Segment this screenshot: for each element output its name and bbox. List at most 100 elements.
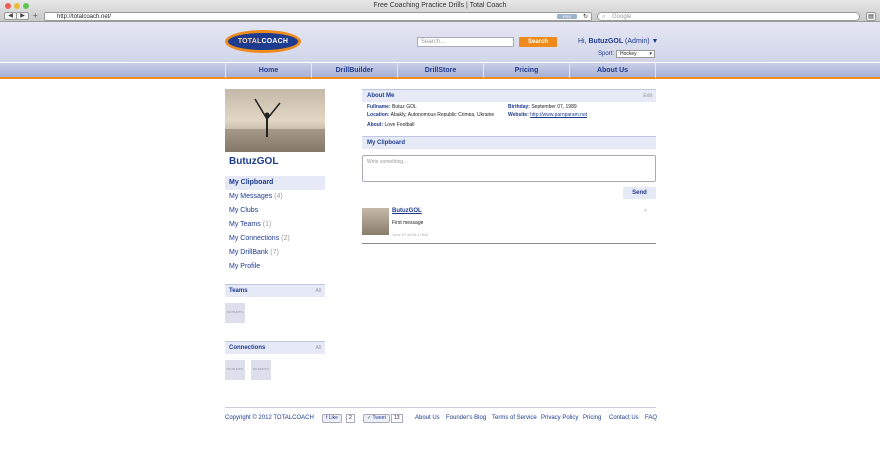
sidebar-item-clubs[interactable]: My Clubs <box>225 204 325 218</box>
sidebar-item-messages[interactable]: My Messages (4) <box>225 190 325 204</box>
fullname-label: Fullname: <box>367 104 391 110</box>
footer-link-privacy[interactable]: Privacy Policy <box>541 415 578 421</box>
sidebar-item-teams[interactable]: My Teams (1) <box>225 218 325 232</box>
about-row: About: Love Football <box>367 122 415 128</box>
rss-badge[interactable]: RSS <box>557 14 577 19</box>
like-label: Like <box>328 415 338 421</box>
main-menu: Home DrillBuilder DrillStore Pricing Abo… <box>0 62 880 79</box>
sidebar-item-profile[interactable]: My Profile <box>225 260 325 274</box>
delete-post-icon[interactable]: × <box>643 206 648 215</box>
about-me-title: About Me <box>367 93 395 99</box>
teams-all-link[interactable]: All <box>315 285 321 298</box>
post-divider <box>362 243 656 244</box>
team-thumbnail[interactable]: NO PHOTO <box>225 303 245 323</box>
birthday-value: September 07, 1989 <box>531 104 577 110</box>
user-greeting[interactable]: Hi, ButuzGOL (Admin) ▼ <box>578 38 658 45</box>
sport-value: Hockey <box>620 51 637 57</box>
reload-icon[interactable]: ↻ <box>583 13 588 21</box>
sidebar-item-clipboard[interactable]: My Clipboard <box>225 176 325 190</box>
sidebar-item-connections[interactable]: My Connections (2) <box>225 232 325 246</box>
admin-dropdown[interactable]: (Admin) ▼ <box>623 38 658 45</box>
birthday-label: Birthday: <box>508 104 530 110</box>
footer-link-pricing[interactable]: Pricing <box>583 415 601 421</box>
footer-link-faq[interactable]: FAQ <box>645 415 657 421</box>
sidebar-item-drillbank[interactable]: My DrillBank (7) <box>225 246 325 260</box>
add-bookmark-icon[interactable]: + <box>33 12 38 20</box>
menu-about-us[interactable]: About Us <box>569 63 656 78</box>
site-logo[interactable]: TOTALCOACH <box>225 30 301 53</box>
url-input[interactable]: http://totalcoach.net/ RSS ↻ <box>44 12 592 21</box>
facebook-like-button[interactable]: f Like <box>322 414 342 423</box>
url-text: http://totalcoach.net/ <box>57 14 112 20</box>
chevron-down-icon: ▾ <box>649 51 652 57</box>
location-row: Location: Abakly, Autonomous Republic Cr… <box>367 112 494 118</box>
connections-title: Connections <box>229 345 266 351</box>
menu-home[interactable]: Home <box>225 63 311 78</box>
connections-header: Connections All <box>225 341 325 354</box>
site-header: TOTALCOACH Search... Search Hi, ButuzGOL… <box>0 22 880 62</box>
fullname-row: Fullname: Butuz GOL <box>367 104 417 110</box>
sidebar-item-count: (4) <box>274 193 283 200</box>
footer-link-terms[interactable]: Terms of Service <box>492 415 537 421</box>
post-author-link[interactable]: ButuzGOL <box>392 208 422 214</box>
send-button[interactable]: Send <box>623 187 656 199</box>
teams-title: Teams <box>229 288 248 294</box>
site-search-input[interactable]: Search... <box>417 37 514 47</box>
greeting-username: ButuzGOL <box>588 38 624 45</box>
tweet-count: 13 <box>391 414 403 423</box>
tweet-button[interactable]: ✓ Tweet <box>363 414 390 423</box>
birthday-row: Birthday: September 07, 1989 <box>508 104 577 110</box>
menu-pricing[interactable]: Pricing <box>483 63 569 78</box>
connection-thumbnail[interactable]: NO PHOTO <box>251 360 271 380</box>
website-label: Website: <box>508 112 529 118</box>
logo-text-total: TOTAL <box>237 38 262 45</box>
website-row: Website: http://www.parnparam.net <box>508 112 587 118</box>
footer-link-blog[interactable]: Founder's Blog <box>446 415 486 421</box>
website-link[interactable]: http://www.parnparam.net <box>530 112 587 118</box>
sidebar-item-label: My Clubs <box>229 207 259 214</box>
greeting-prefix: Hi, <box>578 38 589 45</box>
sidebar-item-label: My Messages <box>229 193 273 200</box>
clipboard-header: My Clipboard <box>362 136 656 149</box>
location-label: Location: <box>367 112 390 118</box>
teams-header: Teams All <box>225 284 325 297</box>
browser-search-placeholder: Google <box>612 14 632 20</box>
browser-search-input[interactable]: ⌕ Google <box>597 12 860 21</box>
footer-link-about[interactable]: About Us <box>415 415 440 421</box>
about-label: About: <box>367 122 384 128</box>
sport-select[interactable]: Hockey ▾ <box>616 50 655 58</box>
menu-drillbuilder[interactable]: DrillBuilder <box>311 63 397 78</box>
about-me-header: About Me Edit <box>362 89 656 102</box>
like-count: 2 <box>346 414 355 423</box>
sport-label: Sport: <box>598 51 615 57</box>
browser-chrome: Free Coaching Practice Drills | Total Co… <box>0 0 880 22</box>
sidebar-item-label: My Profile <box>229 263 261 270</box>
forward-button[interactable]: ▶ <box>16 12 29 20</box>
profile-name: ButuzGOL <box>229 156 279 167</box>
sidebar-item-label: My Clipboard <box>229 179 274 186</box>
connection-thumbnail[interactable]: NO PHOTO <box>225 360 245 380</box>
post-message: First message <box>392 220 424 226</box>
clipboard-title: My Clipboard <box>367 140 406 146</box>
post-avatar[interactable] <box>362 208 389 235</box>
menu-drillstore[interactable]: DrillStore <box>397 63 483 78</box>
copyright: Copyright © 2012 TOTALCOACH <box>225 415 314 421</box>
tweet-label: Tweet <box>372 415 386 421</box>
sidebar-item-count: (2) <box>281 235 290 242</box>
clipboard-textarea[interactable]: Write something... <box>362 155 656 182</box>
connections-all-link[interactable]: All <box>315 342 321 355</box>
site-search-button[interactable]: Search <box>519 37 557 47</box>
site-footer: Copyright © 2012 TOTALCOACH f Like 2 ✓ T… <box>225 407 657 423</box>
fullname-value: Butuz GOL <box>392 104 417 110</box>
location-value: Abakly, Autonomous Republic Crimea, Ukra… <box>390 112 495 118</box>
profile-photo[interactable] <box>225 89 325 152</box>
sidebar-item-label: My Teams <box>229 221 261 228</box>
sidebar-item-count: (1) <box>262 221 272 228</box>
page-menu-icon[interactable]: ▤ <box>866 12 876 21</box>
sidebar-item-count: (7) <box>270 249 279 256</box>
footer-link-contact[interactable]: Contact Us <box>609 415 639 421</box>
facebook-icon: f <box>326 415 328 421</box>
window-title: Free Coaching Practice Drills | Total Co… <box>373 2 507 9</box>
sidebar-item-label: My DrillBank <box>229 249 269 256</box>
profile-photo-figure <box>225 98 325 152</box>
